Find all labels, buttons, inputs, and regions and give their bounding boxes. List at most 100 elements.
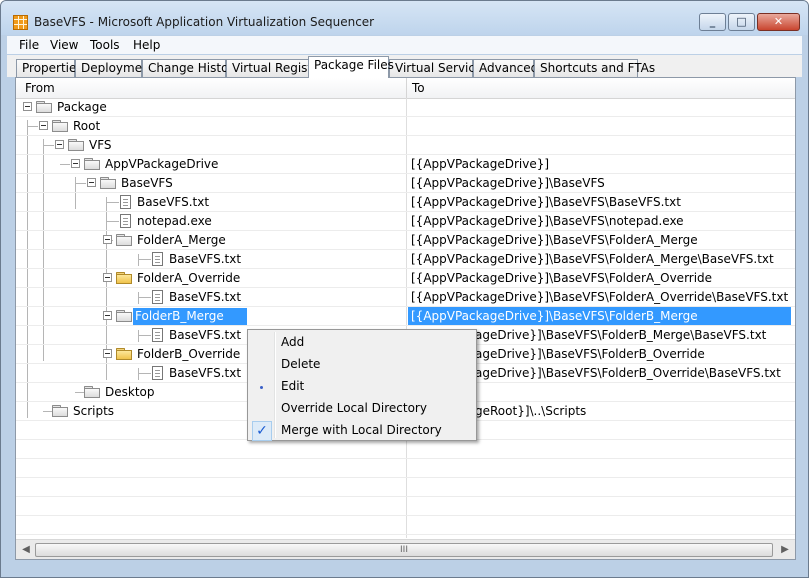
row-label: BaseVFS.txt [169, 252, 242, 266]
row-label: AppVPackageDrive [105, 157, 219, 171]
menu-file[interactable]: File [19, 38, 39, 52]
tab-virtual-services[interactable]: Virtual Services [389, 59, 489, 77]
from-column-header[interactable]: From [25, 81, 55, 95]
collapse-toggle[interactable] [71, 159, 80, 168]
context-merge-with-local-directory[interactable]: ✓ Merge with Local Directory [250, 420, 474, 442]
tab-change-history[interactable]: Change History [142, 59, 240, 77]
menu-tools[interactable]: Tools [90, 38, 120, 52]
close-icon: ✕ [773, 15, 784, 28]
empty-row [16, 440, 795, 459]
horizontal-scrollbar[interactable]: ◀ III ▶ [16, 539, 795, 559]
tree-row-folderb-merge[interactable]: FolderB_Merge [{AppVPackageDrive}]\BaseV… [16, 307, 795, 326]
scroll-thumb[interactable]: III [35, 543, 773, 557]
row-target [408, 98, 791, 116]
tree-row-foldera-merge-file[interactable]: BaseVFS.txt [{AppVPackageDrive}]\BaseVFS… [16, 250, 795, 269]
tree-row-notepad-exe[interactable]: notepad.exe [{AppVPackageDrive}]\BaseVFS… [16, 212, 795, 231]
folder-icon [84, 386, 100, 398]
row-label: FolderB_Override [137, 347, 241, 361]
collapse-toggle[interactable] [103, 311, 112, 320]
context-override-local-directory[interactable]: Override Local Directory [250, 398, 474, 420]
row-label: notepad.exe [137, 214, 212, 228]
row-label: FolderA_Merge [137, 233, 226, 247]
context-add[interactable]: Add [250, 332, 474, 354]
tree-row-basevfs-txt[interactable]: BaseVFS.txt [{AppVPackageDrive}]\BaseVFS… [16, 193, 795, 212]
row-target: [{AppVPackageDrive}]\BaseVFS\FolderA_Ove… [411, 290, 789, 304]
tab-properties[interactable]: Properties [16, 59, 83, 77]
folder-icon [116, 234, 132, 246]
row-target [408, 117, 791, 135]
menu-view[interactable]: View [50, 38, 78, 52]
tree-row-foldera-override[interactable]: FolderA_Override [{AppVPackageDrive}]\Ba… [16, 269, 795, 288]
context-menu: Add Delete Edit Override Local Directory… [247, 329, 477, 441]
file-icon [120, 214, 131, 228]
collapse-toggle[interactable] [103, 235, 112, 244]
context-item-label: Merge with Local Directory [281, 423, 442, 437]
row-target: [{AppVPackageDrive}]\BaseVFS\FolderA_Ove… [411, 271, 713, 285]
row-label: BaseVFS.txt [137, 195, 210, 209]
tab-advanced[interactable]: Advanced [473, 59, 538, 77]
context-edit[interactable]: Edit [250, 376, 474, 398]
row-label: VFS [89, 138, 112, 152]
row-target: [{AppVPackageDrive}]\BaseVFS\FolderA_Mer… [411, 252, 774, 266]
folder-icon [52, 405, 68, 417]
collapse-toggle[interactable] [87, 178, 96, 187]
row-target: [{AppVPackageDrive}]\BaseVFS\FolderB_Mer… [408, 307, 791, 325]
folder-icon [116, 348, 132, 360]
close-button[interactable]: ✕ [757, 13, 800, 31]
collapse-toggle[interactable] [103, 273, 112, 282]
row-target: [{AppVPackageDrive}] [411, 157, 550, 171]
folder-icon [116, 272, 132, 284]
folder-icon [116, 310, 132, 322]
column-separator[interactable] [406, 78, 407, 98]
checkmark-icon: ✓ [252, 421, 272, 441]
tree-row-appvpackagedrive[interactable]: AppVPackageDrive [{AppVPackageDrive}] [16, 155, 795, 174]
row-label: Package [57, 100, 107, 114]
tree-row-foldera-override-file[interactable]: BaseVFS.txt [{AppVPackageDrive}]\BaseVFS… [16, 288, 795, 307]
maximize-icon: □ [736, 15, 747, 28]
tree-row-basevfs[interactable]: BaseVFS [{AppVPackageDrive}]\BaseVFS [16, 174, 795, 193]
collapse-toggle[interactable] [103, 349, 112, 358]
empty-row [16, 516, 795, 535]
folder-icon [52, 120, 68, 132]
row-label: FolderB_Merge [133, 308, 247, 325]
row-target: ageDrive}]\BaseVFS\FolderB_Override\Base… [475, 366, 781, 380]
tab-package-files[interactable]: Package Files [308, 56, 394, 78]
row-target: [{AppVPackageDrive}]\BaseVFS\notepad.exe [411, 214, 684, 228]
context-item-label: Delete [281, 357, 321, 371]
tab-shortcuts-and-ftas[interactable]: Shortcuts and FTAs [534, 59, 655, 77]
file-icon [120, 195, 131, 209]
context-item-label: Add [281, 335, 305, 349]
collapse-toggle[interactable] [39, 121, 48, 130]
column-header: From To [16, 78, 795, 99]
window-title: BaseVFS - Microsoft Application Virtuali… [34, 15, 375, 29]
title-bar[interactable]: BaseVFS - Microsoft Application Virtuali… [1, 1, 808, 35]
tab-virtual-registry[interactable]: Virtual Registry [226, 59, 324, 77]
tree-row-vfs[interactable]: VFS [16, 136, 795, 155]
context-item-label: Override Local Directory [281, 401, 427, 415]
app-window: BaseVFS - Microsoft Application Virtuali… [0, 0, 809, 578]
menu-help[interactable]: Help [133, 38, 160, 52]
tree-row-foldera-merge[interactable]: FolderA_Merge [{AppVPackageDrive}]\BaseV… [16, 231, 795, 250]
bullet-icon [260, 386, 263, 389]
folder-icon [100, 177, 116, 189]
row-target: [{AppVPackageDrive}]\BaseVFS\FolderA_Mer… [411, 233, 698, 247]
tree-row-package[interactable]: Package [16, 98, 795, 117]
scroll-left-icon[interactable]: ◀ [18, 542, 34, 558]
tab-deployment[interactable]: Deployment [75, 59, 154, 77]
collapse-toggle[interactable] [55, 140, 64, 149]
context-delete[interactable]: Delete [250, 354, 474, 376]
maximize-button[interactable]: □ [728, 13, 755, 31]
package-files-panel: From To Package Root VFS AppVPackageDriv… [15, 77, 796, 560]
row-target: ageDrive}]\BaseVFS\FolderB_Merge\BaseVFS… [475, 328, 767, 342]
collapse-toggle[interactable] [23, 102, 32, 111]
to-column-header[interactable]: To [412, 81, 425, 95]
sequencer-app-icon [13, 15, 28, 30]
folder-icon [84, 158, 100, 170]
row-target: geRoot}]\..\Scripts [475, 404, 587, 418]
tree-row-root[interactable]: Root [16, 117, 795, 136]
minimize-button[interactable]: _ [699, 13, 726, 31]
scroll-right-icon[interactable]: ▶ [777, 542, 793, 558]
empty-row [16, 459, 795, 478]
row-label: Root [73, 119, 101, 133]
menu-bar: File View Tools Help [7, 36, 802, 54]
